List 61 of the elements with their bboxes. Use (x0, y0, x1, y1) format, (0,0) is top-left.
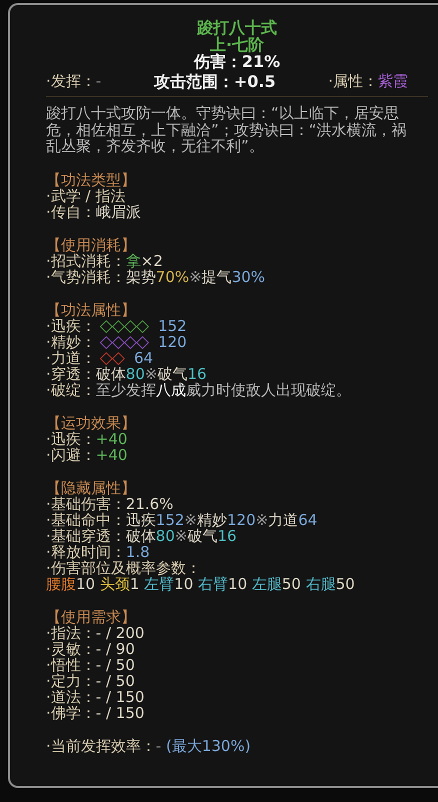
stat-value: - / 50 (96, 672, 135, 688)
stat-value: +40 (96, 430, 128, 446)
stat-value: 至少发挥八成威力时使敌人出现破绽。 (96, 382, 351, 398)
stat-value: 120 (158, 334, 187, 350)
section-heading: 【使用需求】 (46, 608, 137, 624)
stat-label: ·当前发挥效率： (46, 738, 156, 754)
stat-label: ·伤害部位及概率参数： (46, 560, 201, 576)
stat-label: ·悟性： (46, 656, 96, 672)
section-heading: 【功法类型】 (46, 172, 137, 188)
stat-label: ·道法： (46, 688, 96, 704)
stat-label: ·灵敏： (46, 640, 96, 656)
stat-value: - / 150 (96, 688, 144, 704)
stat-value: - / 200 (96, 624, 144, 640)
section-heading: 【功法属性】 (46, 302, 137, 318)
stat-label: ·定力： (46, 672, 96, 688)
stat-label: ·迅疾： (46, 318, 96, 334)
stat-label: ·释放时间： (46, 544, 126, 560)
damage-value: 伤害：21% (192, 53, 282, 70)
stat-label: ·佛学： (46, 704, 96, 720)
stat-value: 破体80※破气16 (96, 366, 207, 382)
section-heading: 【运功效果】 (46, 414, 137, 430)
section-heading: 【隐藏属性】 (46, 480, 137, 496)
stat-text: ·属性：紫霞 (328, 73, 408, 90)
stat-label: ·武学 / 指法 (46, 188, 126, 204)
stat-value: 架势70%※提气30% (126, 268, 266, 284)
stat-value: 峨眉派 (96, 204, 141, 220)
stat-label: ·基础伤害： (46, 496, 126, 512)
stat-value: - / 150 (96, 704, 144, 720)
stat-label: ·气势消耗： (46, 268, 126, 284)
stat-value: 21.6% (126, 496, 174, 512)
stat-value: 腰腹10 头颈1 左臂10 右臂10 左腿50 右腿50 (46, 576, 355, 592)
stat-label: ·闪避： (46, 446, 96, 462)
section-heading: 【使用消耗】 (46, 236, 137, 252)
stat-label: ·招式消耗： (46, 252, 126, 268)
stat-label: ·精妙： (46, 334, 96, 350)
stat-value: 1.8 (126, 544, 150, 560)
skill-rank: 上·七阶 (210, 36, 264, 53)
stat-label: ·穿透： (46, 366, 96, 382)
stat-label: ·基础命中： (46, 512, 126, 528)
stat-label: ·指法： (46, 624, 96, 640)
stat-label: ·力道： (46, 350, 96, 366)
stat-value: 152 (158, 318, 187, 334)
diamond-icons: ◇◇◇◇ (100, 318, 148, 334)
diamond-icons: ◇◇◇◇ (100, 334, 148, 350)
stat-value: 64 (134, 350, 154, 366)
skill-title: 踆打八十式 (196, 19, 278, 36)
stat-value: 迅疾152※精妙120※力道64 (126, 512, 318, 528)
stat-text: ·发挥：- (46, 73, 102, 90)
stat-label: ·传自： (46, 204, 96, 220)
stat-value: +40 (96, 446, 128, 462)
stat-value: - (最大130%) (156, 738, 251, 754)
stat-label: ·基础穿透： (46, 528, 126, 544)
stat-value: - / 50 (96, 656, 135, 672)
stat-value: - / 90 (96, 640, 135, 656)
description: 踆打八十式攻防一体。守势诀曰：“以上临下，居安思危，相佐相互，上下融洽”；攻势诀曰：“洪水横流，祸乱丛聚，齐发齐收，无往不利”。 (46, 105, 408, 154)
stat-label: ·迅疾： (46, 430, 96, 446)
stat-label: ·破绽： (46, 382, 96, 398)
diamond-icons: ◇◇ (100, 350, 124, 366)
stat-text: 攻击范围：+0.5 (154, 73, 276, 90)
stat-value: 破体80※破气16 (126, 528, 237, 544)
stat-value: 拿×2 (126, 252, 163, 268)
